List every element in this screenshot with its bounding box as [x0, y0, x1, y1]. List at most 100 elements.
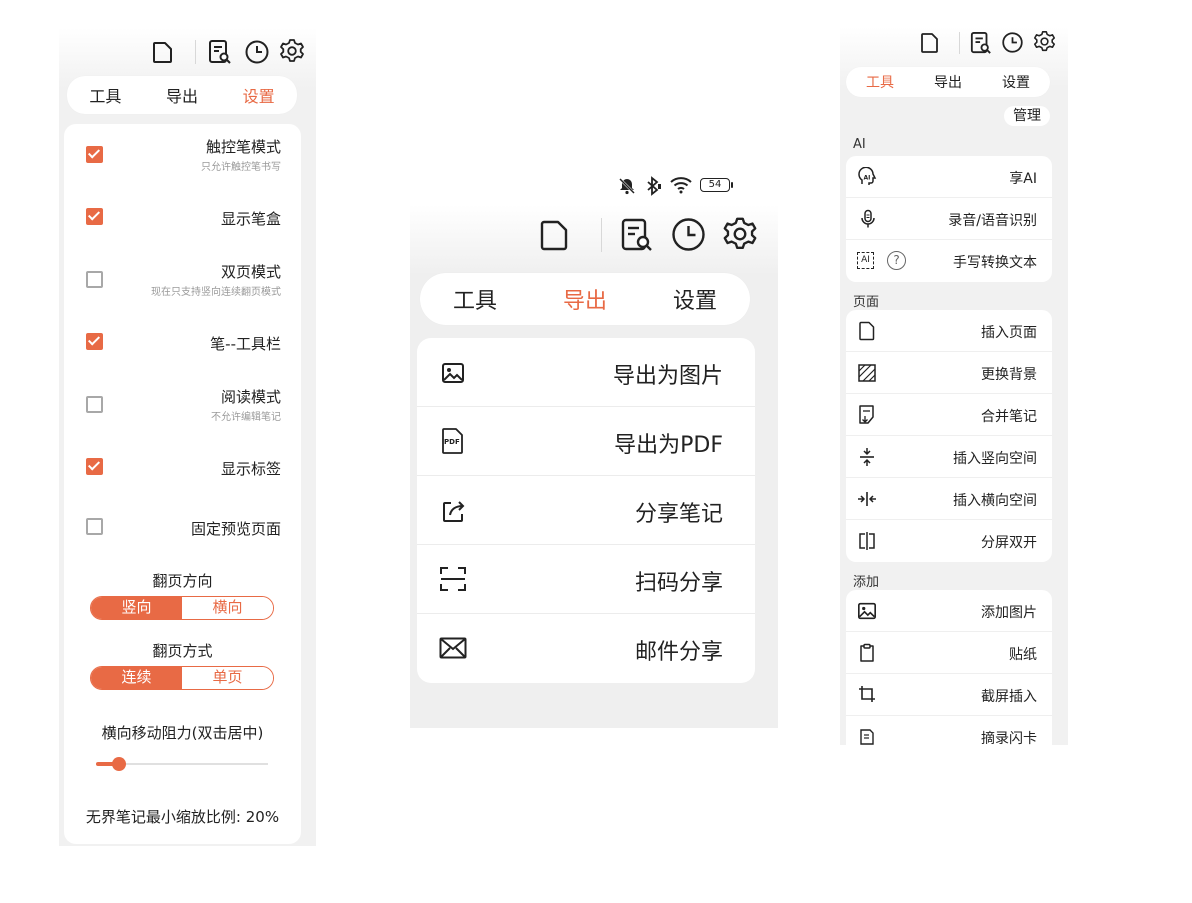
- search-note-icon[interactable]: [970, 31, 992, 55]
- checkbox[interactable]: [86, 146, 103, 163]
- history-icon[interactable]: [244, 39, 270, 65]
- manage-button[interactable]: 管理: [1004, 106, 1050, 126]
- flashcard-icon: [858, 728, 876, 746]
- merge-icon: [858, 404, 876, 426]
- tab-export[interactable]: 导出: [166, 83, 198, 107]
- tool-label: 插入横向空间: [953, 493, 1037, 509]
- tab-tools[interactable]: 工具: [866, 72, 894, 92]
- export-mail-item[interactable]: 邮件分享: [417, 614, 755, 683]
- setting-stylus-mode[interactable]: 触控笔模式 只允许触控笔书写: [64, 136, 301, 176]
- checkbox[interactable]: [86, 458, 103, 475]
- tool-label: 插入页面: [981, 325, 1037, 341]
- tool-flashcard[interactable]: 摘录闪卡: [846, 716, 1052, 758]
- section-title-page: 页面: [853, 295, 880, 310]
- tool-label: 摘录闪卡: [981, 731, 1037, 747]
- gear-icon[interactable]: [279, 38, 305, 64]
- tool-screenshot-insert[interactable]: 截屏插入: [846, 674, 1052, 716]
- tab-export[interactable]: 导出: [563, 283, 607, 315]
- setting-label: 固定预览页面: [190, 520, 281, 538]
- gear-icon[interactable]: [722, 216, 758, 252]
- tool-sticker[interactable]: 贴纸: [846, 632, 1052, 674]
- tool-handwriting-to-text[interactable]: AI ? 手写转换文本: [846, 240, 1052, 282]
- tab-export[interactable]: 导出: [934, 72, 962, 92]
- settings-panel: 工具 导出 设置 触控笔模式 只允许触控笔书写 显示笔盒 双页模式 现在只支持竖…: [59, 28, 316, 846]
- background-icon: [857, 363, 877, 383]
- tab-settings[interactable]: 设置: [243, 83, 275, 107]
- battery-cap: [731, 182, 733, 188]
- setting-description: 现在只支持竖向连续翻页模式: [151, 287, 281, 298]
- tool-split-screen[interactable]: 分屏双开: [846, 520, 1052, 562]
- setting-show-tags[interactable]: 显示标签: [64, 448, 301, 488]
- flip-mode-single[interactable]: 单页: [182, 667, 273, 689]
- checkbox[interactable]: [86, 518, 103, 535]
- tab-tools[interactable]: 工具: [453, 283, 497, 315]
- new-page-icon[interactable]: [152, 40, 174, 64]
- search-note-icon[interactable]: [208, 39, 232, 65]
- horizontal-space-icon: [857, 489, 877, 509]
- tab-tools[interactable]: 工具: [89, 83, 121, 107]
- setting-label: 显示笔盒: [220, 210, 281, 228]
- setting-label: 阅读模式: [220, 388, 281, 406]
- slider-thumb[interactable]: [112, 757, 126, 771]
- image-icon: [441, 362, 465, 384]
- checkbox[interactable]: [86, 396, 103, 413]
- history-icon[interactable]: [1001, 31, 1024, 54]
- flip-direction-horizontal[interactable]: 横向: [182, 597, 273, 619]
- tab-settings[interactable]: 设置: [1002, 72, 1030, 92]
- setting-description: 不允许编辑笔记: [211, 412, 281, 423]
- tool-insert-page[interactable]: 插入页面: [846, 310, 1052, 352]
- setting-show-penbox[interactable]: 显示笔盒: [64, 198, 301, 238]
- ai-assistant-icon: AI: [858, 167, 878, 187]
- export-scan-item[interactable]: 扫码分享: [417, 545, 755, 614]
- pdf-icon-text: PDF: [444, 438, 460, 446]
- new-page-icon[interactable]: [540, 218, 570, 252]
- checkbox[interactable]: [86, 208, 103, 225]
- help-icon[interactable]: ?: [887, 251, 906, 270]
- setting-read-mode[interactable]: 阅读模式 不允许编辑笔记: [64, 386, 301, 426]
- tool-add-image[interactable]: 添加图片: [846, 590, 1052, 632]
- resistance-slider[interactable]: [96, 754, 268, 774]
- export-share-item[interactable]: 分享笔记: [417, 476, 755, 545]
- section-title-ai: AI: [853, 137, 866, 152]
- setting-label: 双页模式: [220, 263, 281, 281]
- handwriting-to-text-icon: AI: [857, 252, 874, 269]
- tool-voice-recognition[interactable]: 录音/语音识别: [846, 198, 1052, 240]
- setting-fixed-preview[interactable]: 固定预览页面: [64, 508, 301, 548]
- flip-mode-continuous[interactable]: 连续: [91, 667, 182, 689]
- export-image-item[interactable]: 导出为图片: [417, 338, 755, 407]
- setting-pen-toolbar[interactable]: 笔--工具栏: [64, 323, 301, 363]
- checkbox[interactable]: [86, 333, 103, 350]
- svg-text:AI: AI: [864, 175, 871, 182]
- setting-double-page[interactable]: 双页模式 现在只支持竖向连续翻页模式: [64, 261, 301, 301]
- vertical-space-icon: [857, 447, 877, 467]
- toolbar-divider: [959, 32, 960, 54]
- battery-indicator: 54: [700, 178, 730, 192]
- history-icon[interactable]: [671, 217, 706, 252]
- new-page-icon[interactable]: [920, 32, 940, 54]
- tool-insert-horizontal-space[interactable]: 插入横向空间: [846, 478, 1052, 520]
- checkbox[interactable]: [86, 271, 103, 288]
- ai-badge-text: AI: [861, 255, 870, 265]
- add-tools-card: 添加图片 贴纸 截屏插入 摘录闪卡: [846, 590, 1052, 758]
- export-item-label: 分享笔记: [634, 502, 723, 527]
- tool-insert-vertical-space[interactable]: 插入竖向空间: [846, 436, 1052, 478]
- flip-direction-vertical[interactable]: 竖向: [91, 597, 182, 619]
- search-note-icon[interactable]: [620, 217, 654, 253]
- setting-label: 触控笔模式: [205, 138, 281, 156]
- flip-direction-toggle: 竖向 横向: [90, 596, 274, 620]
- tool-merge-notes[interactable]: 合并笔记: [846, 394, 1052, 436]
- export-card: 导出为图片 PDF 导出为PDF 分享笔记 扫码分享 邮件分享: [417, 338, 755, 683]
- setting-label: 显示标签: [220, 460, 281, 478]
- gear-icon[interactable]: [1033, 30, 1056, 53]
- tool-label: 分屏双开: [981, 535, 1037, 551]
- export-pdf-item[interactable]: PDF 导出为PDF: [417, 407, 755, 476]
- tool-ai-assistant[interactable]: AI 享AI: [846, 156, 1052, 198]
- tool-change-background[interactable]: 更换背景: [846, 352, 1052, 394]
- export-item-label: 邮件分享: [634, 640, 723, 665]
- scan-icon: [439, 565, 467, 593]
- tab-settings[interactable]: 设置: [673, 283, 717, 315]
- pdf-icon: PDF: [441, 427, 465, 455]
- export-item-label: 导出为图片: [612, 364, 723, 389]
- flip-mode-toggle: 连续 单页: [90, 666, 274, 690]
- mail-icon: [439, 637, 467, 659]
